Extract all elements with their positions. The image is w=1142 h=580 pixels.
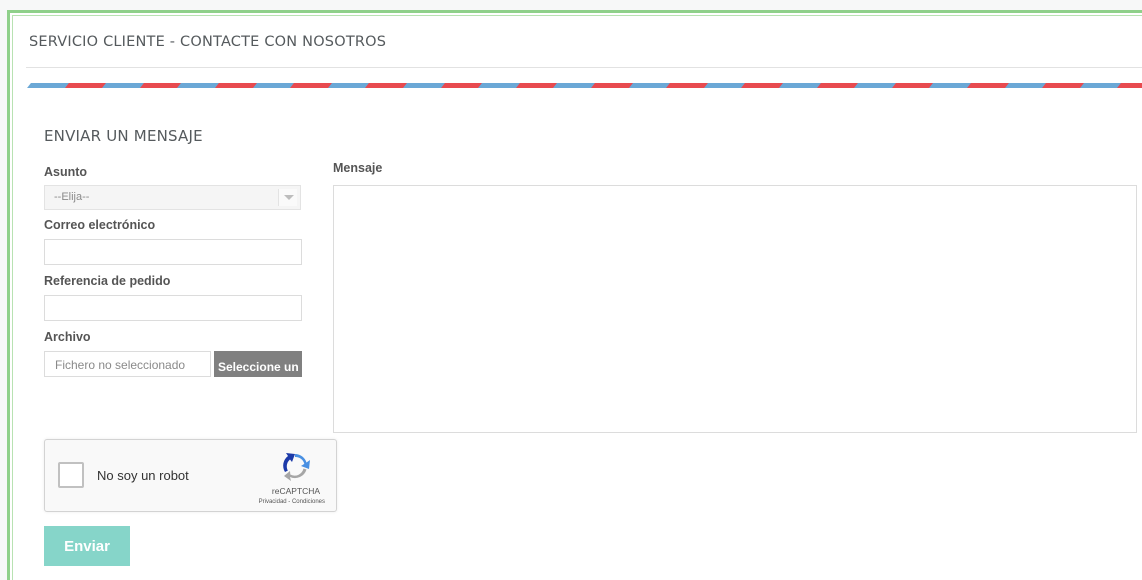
email-label: Correo electrónico [44, 218, 156, 232]
page-title: SERVICIO CLIENTE - CONTACTE CON NOSOTROS [29, 34, 387, 50]
subject-select-value: --Elija-- [54, 191, 90, 203]
subject-label: Asunto [44, 165, 88, 179]
recaptcha-privacy-terms-links[interactable]: Privacidad - Condiciones [235, 499, 325, 505]
chevron-down-icon [284, 195, 294, 200]
select-arrow-button[interactable] [278, 189, 297, 206]
file-status-text: Fichero no seleccionado [44, 351, 211, 377]
file-label: Archivo [44, 330, 91, 344]
recaptcha-brand: reCAPTCHA [271, 486, 321, 496]
recaptcha-label: No soy un robot [97, 468, 189, 483]
message-textarea[interactable] [333, 185, 1137, 433]
recaptcha-widget: No soy un robot reCAPTCHA Privacidad - C… [44, 439, 337, 512]
title-divider [26, 67, 1142, 68]
recaptcha-logo-icon [283, 453, 310, 481]
airmail-stripe [1117, 83, 1142, 88]
subject-select[interactable]: --Elija-- [44, 185, 301, 210]
order-reference-field[interactable] [44, 295, 302, 321]
recaptcha-checkbox[interactable] [58, 462, 84, 488]
email-field[interactable] [44, 239, 302, 265]
contact-page-frame: SERVICIO CLIENTE - CONTACTE CON NOSOTROS… [7, 10, 1142, 580]
submit-button[interactable]: Enviar [44, 526, 130, 566]
section-title: ENVIAR UN MENSAJE [44, 127, 203, 145]
message-label: Mensaje [333, 161, 383, 175]
airmail-stripe-divider [24, 80, 1142, 92]
choose-file-button[interactable]: Seleccione un [214, 351, 302, 377]
order-reference-label: Referencia de pedido [44, 274, 171, 288]
